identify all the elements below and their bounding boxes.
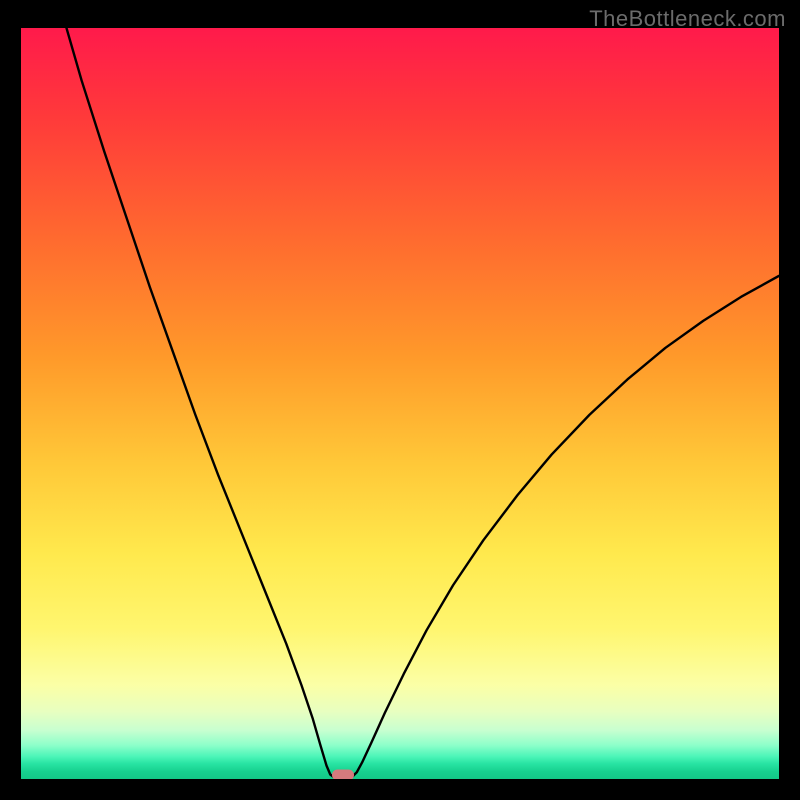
bottleneck-curve: [21, 28, 779, 779]
chart-frame: TheBottleneck.com: [0, 0, 800, 800]
sweet-spot-marker: [332, 770, 354, 780]
plot-area: [21, 28, 779, 779]
